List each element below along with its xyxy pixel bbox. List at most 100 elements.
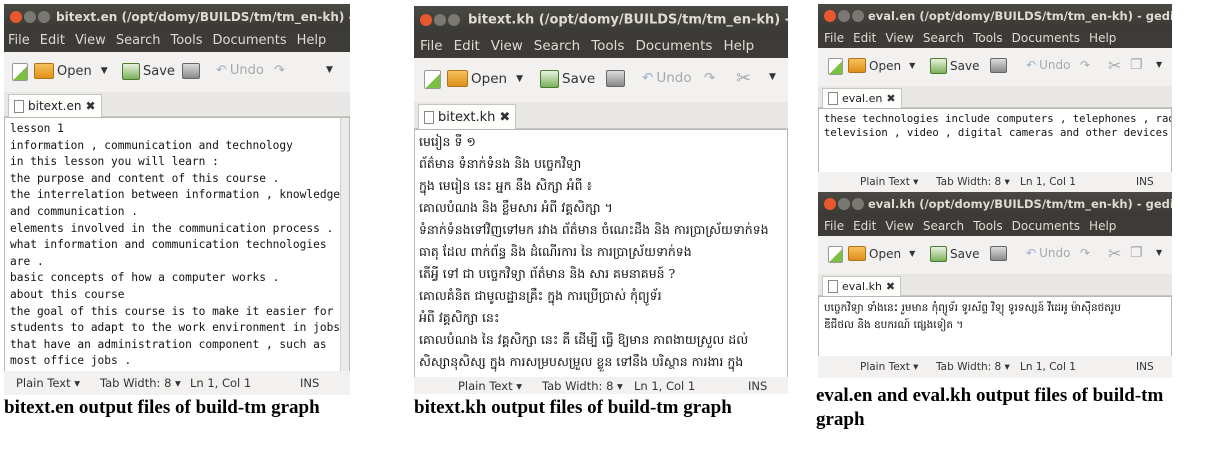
menu-file[interactable]: File [824, 216, 844, 236]
menu-view[interactable]: View [491, 34, 523, 58]
tab-bitext-kh[interactable]: bitext.kh ✖ [418, 104, 517, 129]
toolbar-overflow-chevron-icon[interactable]: ▼ [326, 65, 333, 75]
cut-button[interactable]: ✂ [1108, 244, 1121, 263]
chevron-down-icon[interactable]: ▼ [909, 249, 915, 258]
menu-tools[interactable]: Tools [973, 216, 1003, 236]
menu-file[interactable]: File [8, 30, 30, 52]
redo-button[interactable]: ↷ [274, 63, 285, 78]
new-button[interactable] [828, 246, 843, 263]
print-button[interactable] [990, 246, 1007, 261]
open-button[interactable]: Open ▼ [848, 58, 915, 73]
vertical-scrollbar[interactable] [340, 118, 349, 374]
language-selector[interactable]: Plain Text ▾ [458, 379, 522, 393]
save-button[interactable]: Save [930, 58, 979, 74]
save-button[interactable]: Save [930, 246, 979, 262]
minimize-window-icon[interactable] [838, 198, 850, 210]
undo-button[interactable]: ↶ Undo [1026, 246, 1070, 260]
close-window-icon[interactable] [420, 14, 432, 26]
undo-button[interactable]: ↶ Undo [216, 63, 264, 78]
tab-width-selector[interactable]: Tab Width: 8 ▾ [936, 361, 1010, 373]
print-button[interactable] [990, 58, 1007, 73]
new-button[interactable] [424, 70, 441, 89]
undo-button[interactable]: ↶ Undo [642, 70, 692, 86]
minimize-window-icon[interactable] [434, 14, 446, 26]
maximize-window-icon[interactable] [852, 198, 864, 210]
menu-edit[interactable]: Edit [454, 34, 480, 58]
close-window-icon[interactable] [824, 198, 836, 210]
menu-documents[interactable]: Documents [1012, 28, 1080, 48]
close-window-icon[interactable] [10, 11, 22, 23]
redo-button[interactable]: ↷ [704, 70, 715, 86]
menu-documents[interactable]: Documents [1012, 216, 1080, 236]
menu-help[interactable]: Help [297, 30, 327, 52]
maximize-window-icon[interactable] [38, 11, 50, 23]
cut-button[interactable]: ✂ [736, 68, 751, 89]
language-selector[interactable]: Plain Text ▾ [860, 361, 918, 373]
redo-icon: ↷ [1080, 246, 1091, 260]
open-button[interactable]: Open ▼ [447, 70, 523, 87]
menu-tools[interactable]: Tools [170, 30, 202, 52]
menu-view[interactable]: View [885, 28, 913, 48]
menu-search[interactable]: Search [923, 28, 964, 48]
menu-view[interactable]: View [75, 30, 106, 52]
cut-button[interactable]: ✂ [1108, 56, 1121, 75]
menu-tools[interactable]: Tools [973, 28, 1003, 48]
new-button[interactable] [828, 58, 843, 75]
menu-search[interactable]: Search [116, 30, 161, 52]
document-icon [828, 280, 838, 293]
new-button[interactable] [12, 63, 28, 81]
menu-search[interactable]: Search [534, 34, 580, 58]
redo-button[interactable]: ↷ [1080, 246, 1090, 260]
maximize-window-icon[interactable] [448, 14, 460, 26]
text-editor[interactable]: lesson 1 information , communication and… [4, 117, 350, 375]
print-button[interactable] [182, 63, 200, 79]
tab-width-selector[interactable]: Tab Width: 8 ▾ [936, 176, 1010, 188]
tab-eval-kh[interactable]: eval.kh ✖ [822, 276, 902, 296]
open-button[interactable]: Open ▼ [848, 246, 915, 261]
tab-bitext-en[interactable]: bitext.en ✖ [8, 94, 102, 117]
text-editor[interactable]: មេរៀន ទី ១ ព័ត៌មាន ទំនាក់ទំនង និង បច្ចេក… [414, 129, 788, 380]
text-editor[interactable]: these technologies include computers , t… [818, 108, 1172, 177]
menu-help[interactable]: Help [1089, 28, 1116, 48]
close-tab-icon[interactable]: ✖ [499, 110, 510, 125]
redo-button[interactable]: ↷ [1080, 58, 1090, 72]
minimize-window-icon[interactable] [24, 11, 36, 23]
save-button[interactable]: Save [122, 63, 175, 80]
menu-file[interactable]: File [824, 28, 844, 48]
print-button[interactable] [606, 70, 625, 87]
menu-tools[interactable]: Tools [591, 34, 624, 58]
menu-file[interactable]: File [420, 34, 443, 58]
menu-view[interactable]: View [885, 216, 913, 236]
undo-button[interactable]: ↶ Undo [1026, 58, 1070, 72]
chevron-down-icon[interactable]: ▼ [516, 74, 523, 84]
tab-eval-en[interactable]: eval.en ✖ [822, 88, 902, 108]
copy-button[interactable]: ❐ [1130, 245, 1143, 261]
language-selector[interactable]: Plain Text ▾ [16, 376, 80, 390]
toolbar-overflow-chevron-icon[interactable]: ▼ [769, 72, 776, 82]
toolbar-overflow-chevron-icon[interactable]: ▼ [1156, 248, 1162, 257]
menu-documents[interactable]: Documents [635, 34, 712, 58]
close-tab-icon[interactable]: ✖ [886, 280, 895, 293]
menu-documents[interactable]: Documents [213, 30, 287, 52]
close-tab-icon[interactable]: ✖ [85, 99, 95, 113]
menu-edit[interactable]: Edit [853, 28, 876, 48]
minimize-window-icon[interactable] [838, 10, 850, 22]
menu-help[interactable]: Help [1089, 216, 1116, 236]
tab-width-selector[interactable]: Tab Width: 8 ▾ [542, 379, 623, 393]
close-tab-icon[interactable]: ✖ [886, 92, 895, 105]
toolbar-overflow-chevron-icon[interactable]: ▼ [1156, 60, 1162, 69]
copy-button[interactable]: ❐ [1130, 57, 1143, 73]
chevron-down-icon[interactable]: ▼ [909, 61, 915, 70]
open-button[interactable]: Open ▼ [34, 63, 108, 79]
language-selector[interactable]: Plain Text ▾ [860, 176, 918, 188]
menu-edit[interactable]: Edit [40, 30, 65, 52]
menu-search[interactable]: Search [923, 216, 964, 236]
chevron-down-icon[interactable]: ▼ [101, 66, 108, 76]
menu-help[interactable]: Help [723, 34, 754, 58]
close-window-icon[interactable] [824, 10, 836, 22]
save-button[interactable]: Save [540, 70, 595, 88]
tab-width-selector[interactable]: Tab Width: 8 ▾ [100, 376, 181, 390]
text-editor[interactable]: បច្ចេកវិទ្យា ទាំងនេះ រួមមាន កុំព្យូទ័រ ទ… [818, 296, 1172, 359]
menu-edit[interactable]: Edit [853, 216, 876, 236]
maximize-window-icon[interactable] [852, 10, 864, 22]
